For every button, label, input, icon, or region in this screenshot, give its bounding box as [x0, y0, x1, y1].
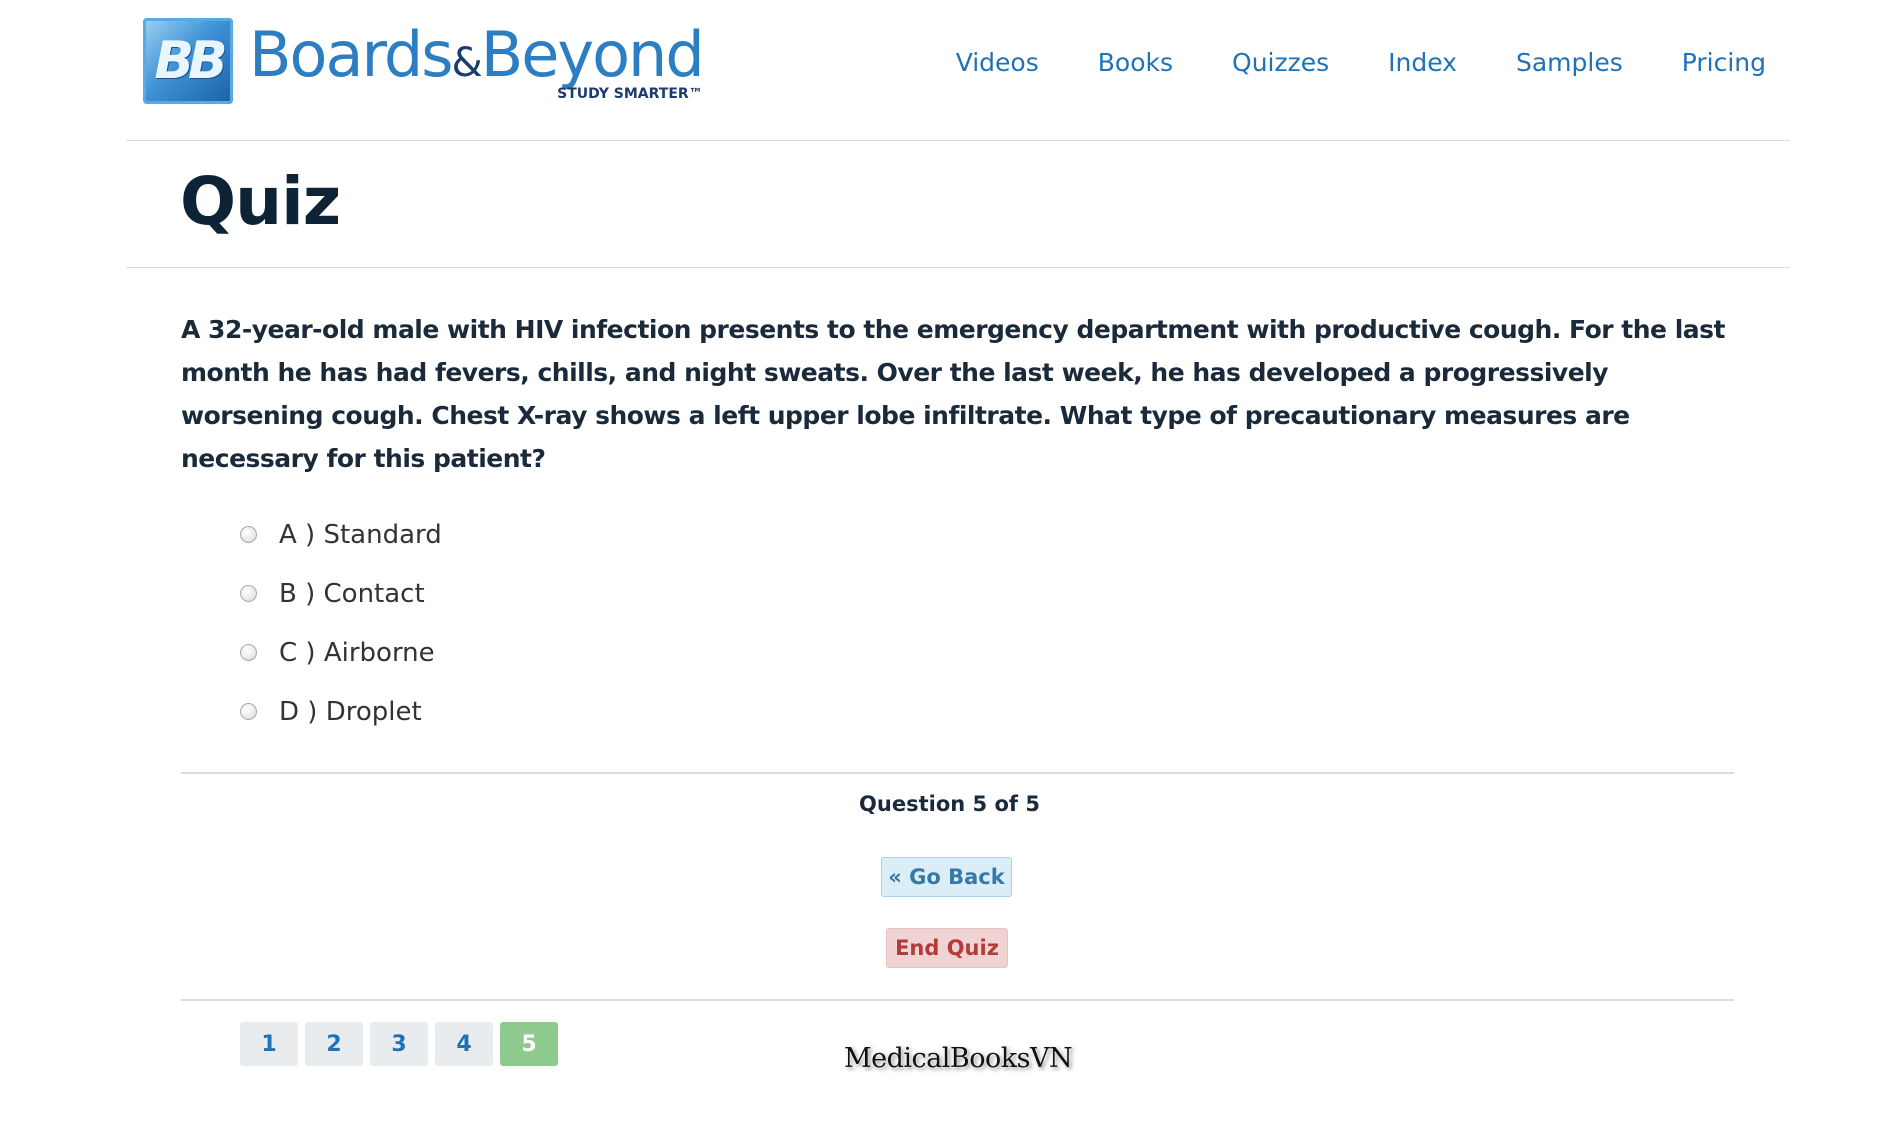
page-title-bar: Quiz: [126, 141, 1790, 268]
main-nav: Videos Books Quizzes Index Samples Prici…: [897, 48, 1766, 77]
page-button-3[interactable]: 3: [370, 1022, 428, 1066]
answer-option-b[interactable]: B ) Contact: [240, 564, 442, 623]
go-back-button[interactable]: « Go Back: [881, 857, 1012, 897]
nav-link-pricing[interactable]: Pricing: [1682, 48, 1766, 77]
answer-option-d[interactable]: D ) Droplet: [240, 682, 442, 741]
logo-word-1: Boards: [249, 18, 454, 91]
question-counter: Question 5 of 5: [859, 792, 1040, 816]
logo-tagline: STUDY SMARTER™: [557, 86, 703, 102]
logo-ampersand: &: [451, 40, 483, 86]
logo-mark-icon: BB: [143, 18, 233, 104]
nav-link-samples[interactable]: Samples: [1516, 48, 1623, 77]
logo-word-2: Beyond: [480, 18, 705, 91]
answer-label: A ) Standard: [279, 519, 442, 550]
quiz-question: A 32-year-old male with HIV infection pr…: [181, 315, 1726, 473]
answer-label: D ) Droplet: [279, 696, 422, 727]
nav-link-index[interactable]: Index: [1388, 48, 1457, 77]
logo-wordmark: Boards&Beyond STUDY SMARTER™: [249, 16, 705, 106]
site-header: BB Boards&Beyond STUDY SMARTER™ Videos B…: [126, 0, 1790, 141]
page-button-4[interactable]: 4: [435, 1022, 493, 1066]
watermark: MedicalBooksVN: [844, 1043, 1073, 1074]
page-button-2[interactable]: 2: [305, 1022, 363, 1066]
answer-option-c[interactable]: C ) Airborne: [240, 623, 442, 682]
radio-button[interactable]: [240, 526, 257, 543]
brand-logo[interactable]: BB Boards&Beyond STUDY SMARTER™: [143, 16, 705, 106]
question-pager: 1 2 3 4 5: [240, 1022, 565, 1066]
answer-label: C ) Airborne: [279, 637, 435, 668]
page-button-5-current[interactable]: 5: [500, 1022, 558, 1066]
end-quiz-button[interactable]: End Quiz: [886, 928, 1008, 968]
nav-link-quizzes[interactable]: Quizzes: [1232, 48, 1329, 77]
nav-link-videos[interactable]: Videos: [956, 48, 1039, 77]
radio-button[interactable]: [240, 644, 257, 661]
divider: [181, 999, 1734, 1001]
page-title: Quiz: [180, 163, 341, 240]
divider: [181, 772, 1734, 774]
page-button-1[interactable]: 1: [240, 1022, 298, 1066]
radio-button[interactable]: [240, 703, 257, 720]
nav-link-books[interactable]: Books: [1098, 48, 1173, 77]
answer-options: A ) Standard B ) Contact C ) Airborne D …: [240, 505, 442, 741]
answer-label: B ) Contact: [279, 578, 425, 609]
radio-button[interactable]: [240, 585, 257, 602]
answer-option-a[interactable]: A ) Standard: [240, 505, 442, 564]
